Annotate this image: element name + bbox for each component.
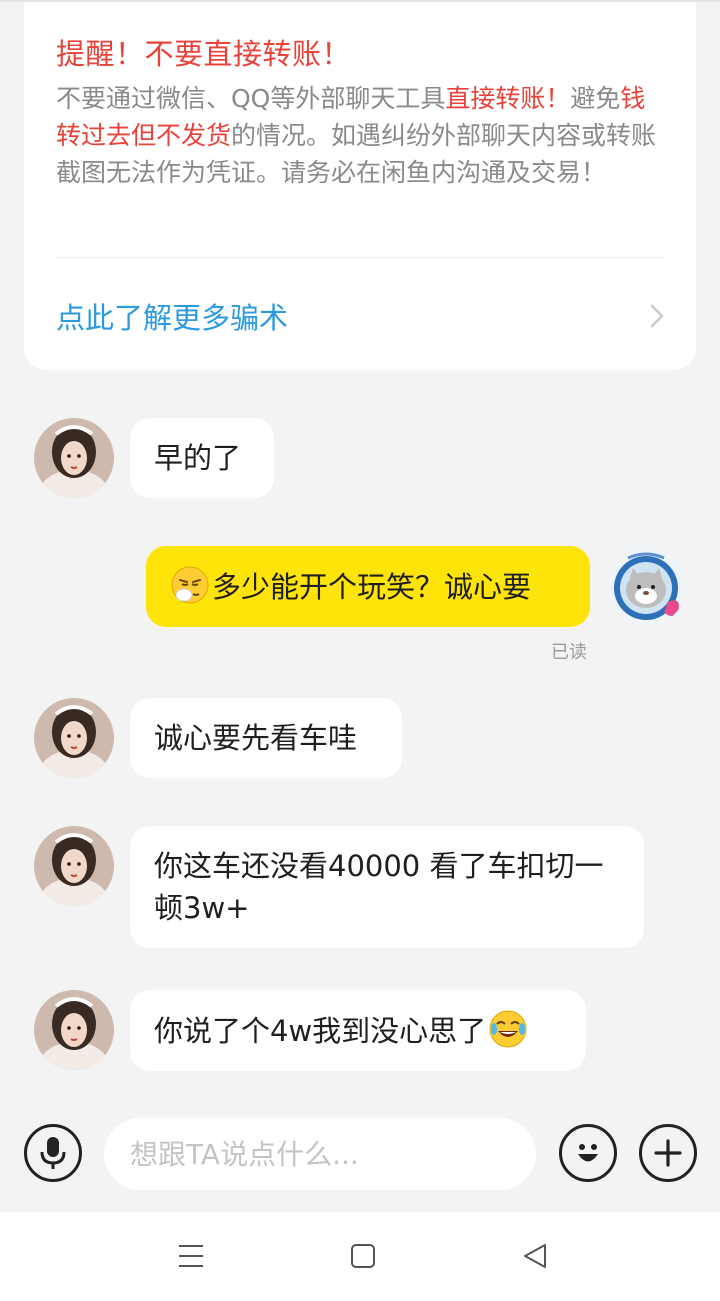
rolling-laughing-emoji-icon <box>489 1010 527 1048</box>
message-bubble[interactable]: 你这车还没看40000 看了车扣切一顿3w+ <box>130 826 644 948</box>
message-input[interactable] <box>104 1118 536 1190</box>
chat-input-bar <box>0 1108 720 1212</box>
system-navigation-bar <box>0 1212 720 1301</box>
contact-avatar[interactable] <box>34 826 114 906</box>
learn-more-scams-link[interactable]: 点此了解更多骗术 <box>56 292 664 340</box>
message-bubble[interactable]: 早的了 <box>130 418 274 498</box>
message-row-mine: 多少能开个玩笑？诚心要 <box>146 546 686 627</box>
contact-avatar[interactable] <box>34 990 114 1070</box>
plus-icon <box>654 1139 682 1167</box>
scam-warning-card: 提醒！不要直接转账！ 不要通过微信、QQ等外部聊天工具直接转账！避免钱转过去但不… <box>24 2 696 370</box>
voice-button[interactable] <box>24 1124 82 1182</box>
menu-icon <box>179 1245 203 1267</box>
message-bubble[interactable]: 诚心要先看车哇 <box>130 698 402 778</box>
warning-highlight-1: 直接转账！ <box>445 84 571 113</box>
menu-button[interactable] <box>171 1240 211 1272</box>
emoji-button[interactable] <box>559 1124 617 1182</box>
card-divider <box>56 257 664 258</box>
message-row: 你这车还没看40000 看了车扣切一顿3w+ <box>34 826 644 948</box>
microphone-icon <box>40 1137 66 1169</box>
warning-body: 不要通过微信、QQ等外部聊天工具直接转账！避免钱转过去但不发货的情况。如遇纠纷外… <box>56 80 666 191</box>
back-button[interactable] <box>515 1240 555 1272</box>
contact-avatar[interactable] <box>34 418 114 498</box>
smiley-icon <box>578 1144 598 1162</box>
more-options-button[interactable] <box>639 1124 697 1182</box>
warning-title: 提醒！不要直接转账！ <box>56 37 352 71</box>
learn-more-label: 点此了解更多骗术 <box>56 301 289 335</box>
home-button[interactable] <box>343 1240 383 1272</box>
read-status: 已读 <box>551 642 587 663</box>
chevron-right-icon <box>650 304 664 328</box>
warning-text-1: 不要通过微信、QQ等外部聊天工具 <box>56 84 446 113</box>
message-row: 你说了个4w我到没心思了 <box>34 990 586 1071</box>
message-row: 诚心要先看车哇 <box>34 698 402 778</box>
sneezing-face-emoji-icon <box>171 566 209 604</box>
message-bubble[interactable]: 你说了个4w我到没心思了 <box>130 990 586 1071</box>
my-message-bubble[interactable]: 多少能开个玩笑？诚心要 <box>146 546 590 627</box>
message-text: 你说了个4w我到没心思了 <box>154 1014 487 1048</box>
my-avatar[interactable] <box>606 546 686 626</box>
message-row: 早的了 <box>34 418 274 498</box>
warning-text-2: 避免 <box>570 84 621 113</box>
home-square-icon <box>351 1244 375 1268</box>
contact-avatar[interactable] <box>34 698 114 778</box>
my-message-text: 多少能开个玩笑？诚心要 <box>212 570 532 604</box>
back-triangle-icon <box>524 1244 546 1268</box>
